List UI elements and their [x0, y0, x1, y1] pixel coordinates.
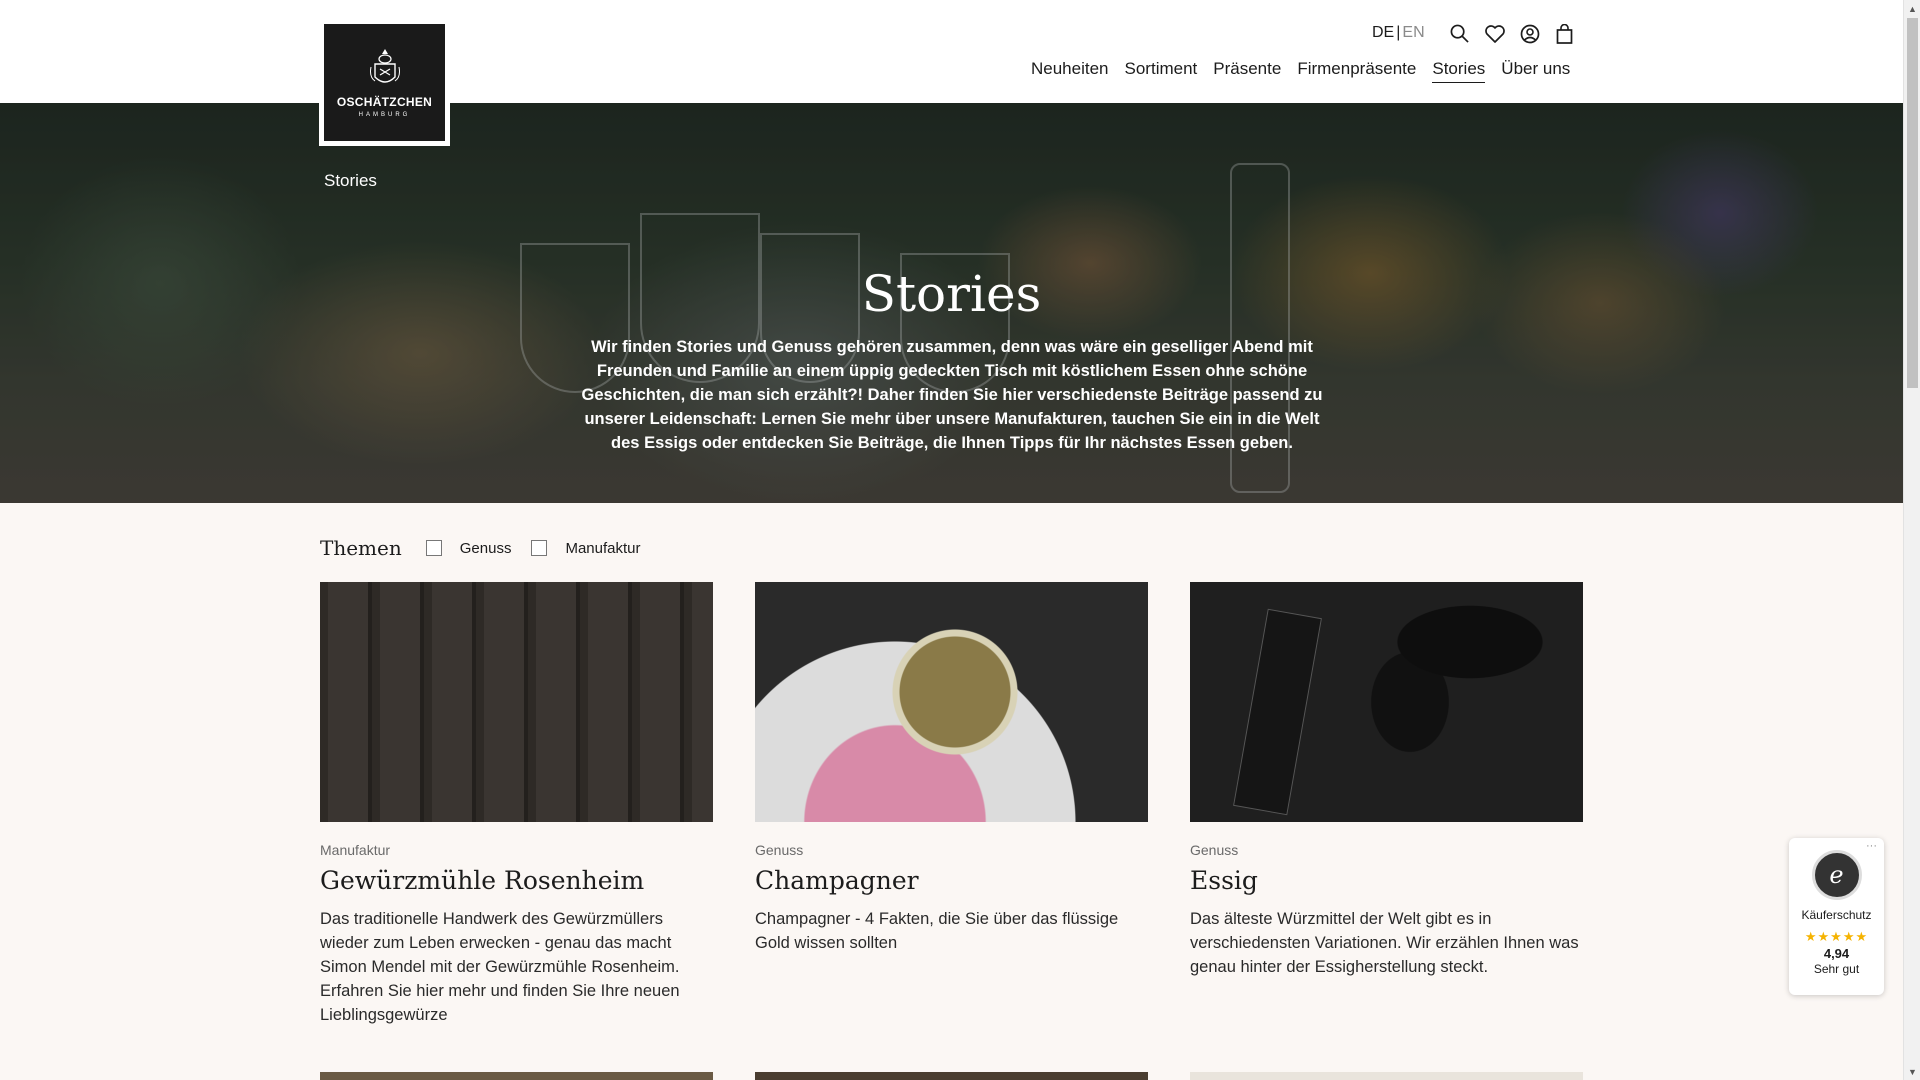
logo[interactable]: OSCHÄTZCHEN HAMBURG — [319, 19, 450, 146]
story-card-category: Manufaktur — [320, 842, 391, 858]
nav-stories[interactable]: Stories — [1432, 59, 1486, 83]
story-card-title[interactable]: Gewürzmühle Rosenheim — [320, 866, 713, 895]
genuss-label[interactable]: Genuss — [460, 540, 512, 557]
nav-neuheiten[interactable]: Neuheiten — [1031, 59, 1109, 83]
logo-name: OSCHÄTZCHEN — [336, 95, 433, 109]
story-card-image[interactable] — [755, 582, 1148, 822]
next-row-image[interactable] — [755, 1072, 1148, 1080]
genuss-checkbox[interactable] — [425, 540, 442, 556]
breadcrumb[interactable]: Stories — [324, 171, 377, 191]
story-card[interactable]: Genuss Essig Das älteste Würzmittel der … — [1190, 582, 1583, 979]
search-icon[interactable] — [1449, 23, 1470, 44]
scroll-up-icon[interactable]: ▲ — [1904, 0, 1920, 17]
language-switcher: DE | EN — [1372, 24, 1425, 42]
account-icon[interactable] — [1519, 23, 1540, 44]
logo-subtitle: HAMBURG — [358, 112, 411, 118]
next-row-image[interactable] — [1190, 1072, 1583, 1080]
page-scrollbar[interactable]: ▲ ▼ — [1903, 0, 1920, 1080]
crest-icon — [369, 49, 400, 83]
lang-en[interactable]: EN — [1402, 24, 1424, 41]
topic-filters: Themen Genuss Manufaktur — [320, 536, 661, 560]
bottle-decoration — [1233, 608, 1322, 816]
trust-seal-icon: e — [1811, 850, 1862, 900]
scrollbar-thumb[interactable] — [1907, 18, 1918, 388]
story-card-description: Champagner - 4 Fakten, die Sie über das … — [755, 910, 1119, 952]
star-rating-icon: ★★★★★ — [1804, 929, 1869, 944]
bag-icon[interactable] — [1554, 23, 1575, 44]
next-row-image[interactable] — [320, 1072, 713, 1080]
logo-mark: OSCHÄTZCHEN HAMBURG — [324, 24, 445, 141]
story-card-category: Genuss — [755, 842, 804, 858]
trust-rating-text: Sehr gut — [1813, 962, 1860, 976]
story-card-image[interactable] — [320, 582, 713, 822]
story-card-title[interactable]: Champagner — [755, 866, 1148, 895]
story-card[interactable]: Genuss Champagner Champagner - 4 Fakten,… — [755, 582, 1148, 955]
nav-praesente[interactable]: Präsente — [1213, 59, 1281, 83]
manufaktur-checkbox[interactable] — [531, 540, 548, 556]
nav-firmenpraesente[interactable]: Firmenpräsente — [1297, 59, 1416, 83]
main-nav: Neuheiten Sortiment Präsente Firmenpräse… — [1031, 59, 1570, 83]
trust-label: Käuferschutz — [1801, 908, 1872, 922]
lang-de[interactable]: DE — [1372, 24, 1394, 41]
manufaktur-label[interactable]: Manufaktur — [565, 540, 640, 557]
trust-score: 4,94 — [1823, 946, 1850, 961]
story-card-title[interactable]: Essig — [1190, 866, 1583, 895]
story-card-category: Genuss — [1190, 842, 1239, 858]
scroll-down-icon[interactable]: ▼ — [1904, 1063, 1920, 1080]
nav-ueber-uns[interactable]: Über uns — [1501, 59, 1570, 83]
story-card-description: Das traditionelle Handwerk des Gewürzmül… — [320, 910, 680, 1024]
filters-heading: Themen — [320, 536, 402, 560]
trust-badge[interactable]: ··· e Käuferschutz ★★★★★ 4,94 Sehr gut — [1789, 838, 1884, 995]
story-card-description: Das älteste Würzmittel der Welt gibt es … — [1190, 910, 1579, 976]
lang-separator: | — [1396, 24, 1401, 41]
nav-sortiment[interactable]: Sortiment — [1125, 59, 1198, 83]
header-icons — [1449, 23, 1575, 44]
more-icon[interactable]: ··· — [1866, 840, 1877, 852]
site-header: DE | EN Neuheiten Sortiment Präsente Firme… — [0, 0, 1903, 103]
story-card-image[interactable] — [1190, 582, 1583, 822]
story-card[interactable]: Manufaktur Gewürzmühle Rosenheim Das tra… — [320, 582, 713, 1027]
hero-intro-text: Wir finden Stories und Genuss gehören zu… — [581, 338, 1323, 452]
page-title: Stories — [861, 265, 1042, 323]
heart-icon[interactable] — [1484, 23, 1505, 44]
